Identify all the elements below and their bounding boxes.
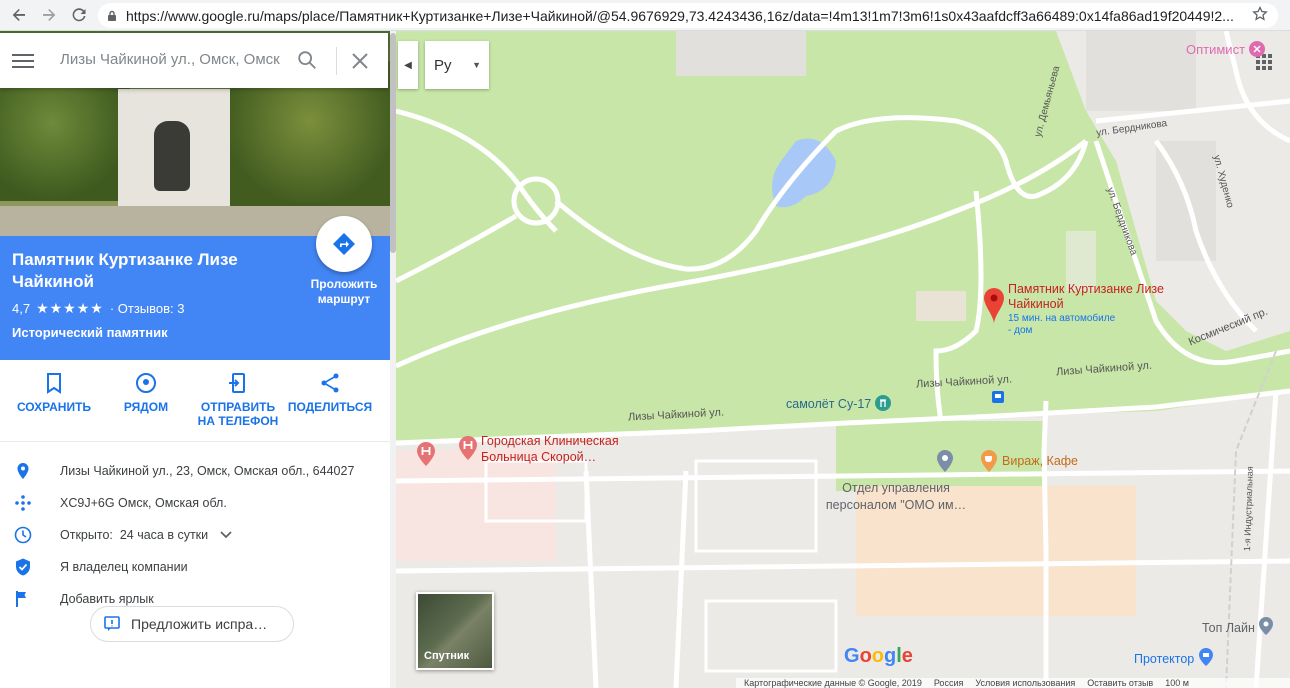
address-text: Лизы Чайкиной ул., 23, Омск, Омская обл.… (60, 464, 355, 478)
collapse-panel-button[interactable]: ◀ (398, 41, 418, 89)
verified-shield-icon (16, 558, 30, 576)
reload-button[interactable] (64, 0, 94, 30)
bus-stop-icon[interactable] (992, 391, 1004, 403)
poi-optimist[interactable]: Оптимист (1186, 41, 1265, 57)
plus-code-icon (15, 495, 31, 511)
send-to-phone-button[interactable]: ОТПРАВИТЬ НА ТЕЛЕФОН (192, 372, 284, 428)
directions-button[interactable] (316, 216, 372, 272)
place-marker-icon[interactable] (936, 449, 954, 473)
lock-icon (108, 10, 116, 21)
bookmark-star-icon[interactable] (1252, 6, 1268, 22)
rating-row: 4,7 ★★★★★ · Отзывов: 3 (12, 300, 185, 317)
hospital-icon[interactable] (416, 441, 436, 467)
country-link[interactable]: Россия (934, 678, 964, 688)
rating-value: 4,7 (12, 301, 31, 316)
language-label: Ру (434, 56, 452, 74)
google-logo: Google (844, 645, 913, 667)
terms-link[interactable]: Условия использования (975, 678, 1075, 688)
place-panel: Лизы Чайкиной ул., Омск, Омск Памятник К… (0, 31, 390, 688)
url-text: https://www.google.ru/maps/place/Памятни… (126, 7, 1234, 24)
place-category[interactable]: Исторический памятник (12, 325, 168, 340)
forward-button[interactable] (34, 0, 64, 30)
scale-label[interactable]: 100 м (1165, 678, 1189, 688)
action-bar: СОХРАНИТЬ РЯДОМ ОТПРАВИТЬ НА ТЕЛЕФОН ПОД… (0, 360, 390, 442)
nearby-pin-icon (136, 373, 156, 393)
close-icon[interactable] (350, 51, 370, 71)
suggest-edit-button[interactable]: Предложить испра… (90, 606, 294, 642)
satellite-toggle[interactable]: Спутник (416, 592, 494, 670)
address-row[interactable]: Лизы Чайкиной ул., 23, Омск, Омская обл.… (0, 459, 390, 483)
directions-label[interactable]: Проложить маршрут (300, 277, 388, 307)
clock-icon (14, 526, 32, 544)
place-header: Памятник Куртизанке Лизе Чайкиной 4,7 ★★… (0, 216, 390, 360)
menu-icon[interactable] (12, 53, 36, 69)
shop-icon (1198, 648, 1213, 666)
back-button[interactable] (4, 0, 34, 30)
place-title: Памятник Куртизанке Лизе Чайкиной (12, 250, 238, 291)
directions-icon (333, 233, 355, 255)
place-marker-icon (1259, 617, 1274, 635)
share-icon (321, 373, 339, 393)
nearby-button[interactable]: РЯДОМ (100, 372, 192, 414)
map-footer: Картографические данные © Google, 2019 Р… (736, 678, 1290, 688)
pin-title[interactable]: Памятник Куртизанке Лизе Чайкиной (1008, 282, 1188, 312)
search-box: Лизы Чайкиной ул., Омск, Омск (0, 33, 388, 88)
save-button[interactable]: СОХРАНИТЬ (8, 372, 100, 414)
cafe-icon[interactable] (980, 449, 998, 473)
address-bar[interactable]: https://www.google.ru/maps/place/Памятни… (98, 3, 1278, 28)
pluscode-text: XC9J+6G Омск, Омская обл. (60, 496, 227, 510)
location-pin-icon (17, 463, 29, 479)
add-label-text: Добавить ярлык (60, 592, 154, 606)
browser-toolbar: https://www.google.ru/maps/place/Памятни… (0, 0, 1290, 31)
arrow-left-icon (12, 9, 25, 21)
map-canvas[interactable]: ◀ Ру ▼ Оптимист ул. Бердникова ул. Бердн… (396, 31, 1290, 688)
poi-hospital[interactable]: Городская Клиническая Больница Скорой… (481, 433, 651, 465)
search-input[interactable]: Лизы Чайкиной ул., Омск, Омск (60, 51, 285, 68)
hospital-icon[interactable] (458, 435, 478, 461)
shopping-icon (1248, 41, 1265, 57)
claim-business-row[interactable]: Я владелец компании (0, 555, 390, 579)
hours-label: Открыто: (60, 528, 113, 542)
map-pin-icon[interactable] (983, 287, 1005, 325)
poi-protektor[interactable]: Протектор (1134, 647, 1214, 667)
search-icon[interactable] (296, 49, 318, 71)
poi-toplain[interactable]: Топ Лайн (1202, 616, 1274, 636)
arrow-right-icon (43, 9, 56, 21)
claim-business-text: Я владелец компании (60, 560, 188, 574)
satellite-label: Спутник (424, 650, 470, 662)
map-data-credit[interactable]: Картографические данные © Google, 2019 (744, 678, 922, 688)
monument-icon (874, 395, 891, 411)
share-button[interactable]: ПОДЕЛИТЬСЯ (284, 372, 376, 414)
poi-virazh[interactable]: Вираж, Кафе (1002, 454, 1078, 468)
pluscode-row[interactable]: XC9J+6G Омск, Омская обл. (0, 491, 390, 515)
feedback-link[interactable]: Оставить отзыв (1087, 678, 1153, 688)
send-to-phone-icon (229, 373, 245, 393)
bookmark-icon (47, 373, 61, 394)
suggest-edit-label: Предложить испра… (131, 616, 268, 632)
chevron-down-icon: ▼ (472, 60, 481, 70)
reload-icon (72, 8, 86, 22)
hours-row[interactable]: Открыто: 24 часа в сутки (0, 523, 390, 547)
pin-travel-time[interactable]: 15 мин. на автомобиле - дом (1008, 313, 1118, 337)
divider (336, 47, 337, 75)
poi-otdel[interactable]: Отдел управления персоналом "ОМО им… (816, 480, 976, 514)
poi-samolet[interactable]: самолёт Су-17 (786, 395, 891, 411)
language-button[interactable]: Ру ▼ (425, 41, 489, 89)
feedback-icon (104, 616, 120, 631)
hours-value: 24 часа в сутки (119, 528, 209, 542)
rating-stars: ★★★★★ (36, 300, 104, 316)
reviews-link[interactable]: · Отзывов: 3 (110, 301, 185, 316)
flag-icon (16, 591, 26, 607)
chevron-down-icon[interactable] (219, 531, 232, 539)
